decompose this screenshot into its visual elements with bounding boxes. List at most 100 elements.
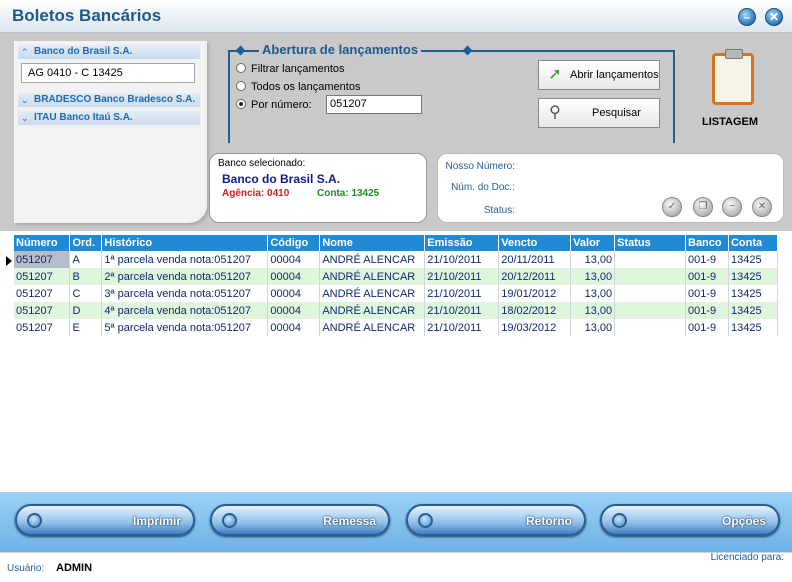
table-cell[interactable]: 051207 <box>14 268 71 285</box>
table-cell[interactable]: 13425 <box>728 268 779 285</box>
listagem-button[interactable]: LISTAGEM <box>700 49 770 133</box>
table-cell[interactable] <box>614 319 686 336</box>
column-header[interactable]: Conta <box>728 235 779 251</box>
table-cell[interactable]: 13,00 <box>570 268 616 285</box>
pesquisar-button[interactable]: ⚲ Pesquisar <box>538 98 660 128</box>
table-cell[interactable]: 13425 <box>728 285 779 302</box>
button-label: Pesquisar <box>592 107 641 119</box>
table-row[interactable]: 051207 A 1ª parcela venda nota:051207 00004… <box>14 251 779 268</box>
licenciado-label: Licenciado para: <box>710 552 784 563</box>
radio-por-numero[interactable]: Por número: <box>236 99 312 111</box>
table-cell[interactable]: 13,00 <box>570 285 616 302</box>
table-cell[interactable]: 051207 <box>14 319 71 336</box>
close-button[interactable]: ✕ <box>765 8 783 26</box>
table-cell[interactable] <box>614 302 686 319</box>
column-header[interactable]: Número <box>14 235 71 251</box>
table-cell[interactable]: ANDRÉ ALENCAR <box>319 268 426 285</box>
table-cell[interactable] <box>614 251 686 268</box>
table-row[interactable]: 051207 E 5ª parcela venda nota:051207 00004… <box>14 319 779 336</box>
table-cell[interactable]: ANDRÉ ALENCAR <box>319 251 426 268</box>
table-cell[interactable] <box>614 268 686 285</box>
column-header[interactable]: Ord. <box>69 235 103 251</box>
table-cell[interactable]: 051207 <box>14 285 71 302</box>
table-cell[interactable]: 21/10/2011 <box>424 319 500 336</box>
table-cell[interactable]: 13425 <box>728 319 779 336</box>
radio-filtrar[interactable]: Filtrar lançamentos <box>236 63 345 75</box>
column-header[interactable]: Vencto <box>498 235 572 251</box>
bank-item-banco-do-brasil[interactable]: ⌃ Banco do Brasil S.A. <box>18 45 200 59</box>
column-header[interactable]: Nome <box>319 235 426 251</box>
table-cell[interactable]: 00004 <box>267 251 321 268</box>
table-cell[interactable]: 1ª parcela venda nota:051207 <box>101 251 269 268</box>
table-cell[interactable]: 051207 <box>14 251 71 268</box>
table-cell[interactable]: E <box>69 319 103 336</box>
imprimir-button[interactable]: Imprimir <box>15 504 195 536</box>
table-cell[interactable]: 00004 <box>267 319 321 336</box>
table-cell[interactable]: B <box>69 268 103 285</box>
table-cell[interactable]: 20/12/2011 <box>498 268 572 285</box>
table-cell[interactable]: ANDRÉ ALENCAR <box>319 285 426 302</box>
column-header[interactable]: Código <box>267 235 321 251</box>
radio-icon[interactable] <box>236 81 246 91</box>
table-cell[interactable]: 19/03/2012 <box>498 319 572 336</box>
table-cell[interactable]: ANDRÉ ALENCAR <box>319 302 426 319</box>
table-cell[interactable]: 00004 <box>267 268 321 285</box>
radio-todos[interactable]: Todos os lançamentos <box>236 81 360 93</box>
bank-item-bradesco[interactable]: ⌄ BRADESCO Banco Bradesco S.A. <box>18 93 200 107</box>
abrir-lancamentos-button[interactable]: ➚ Abrir lançamentos <box>538 60 660 90</box>
table-cell[interactable]: 13,00 <box>570 319 616 336</box>
table-cell[interactable]: D <box>69 302 103 319</box>
retorno-button[interactable]: Retorno <box>406 504 586 536</box>
table-cell[interactable] <box>614 285 686 302</box>
boletos-table[interactable]: Número Ord. Histórico Código Nome Emissã… <box>14 235 779 336</box>
table-row[interactable]: 051207 D 4ª parcela venda nota:051207 00004… <box>14 302 779 319</box>
table-cell[interactable]: 3ª parcela venda nota:051207 <box>101 285 269 302</box>
table-cell[interactable]: 21/10/2011 <box>424 268 500 285</box>
table-cell[interactable]: ANDRÉ ALENCAR <box>319 319 426 336</box>
column-header[interactable]: Status <box>614 235 686 251</box>
table-cell[interactable]: 051207 <box>14 302 71 319</box>
table-cell[interactable]: 13,00 <box>570 302 616 319</box>
column-header[interactable]: Histórico <box>101 235 269 251</box>
numero-input[interactable]: 051207 <box>326 95 422 114</box>
table-cell[interactable]: 21/10/2011 <box>424 285 500 302</box>
radio-selected-icon[interactable] <box>236 99 246 109</box>
confirm-icon[interactable]: ✓ <box>662 197 682 217</box>
table-cell[interactable]: 00004 <box>267 302 321 319</box>
table-cell[interactable]: 00004 <box>267 285 321 302</box>
bank-account-detail[interactable]: AG 0410 - C 13425 <box>21 63 195 83</box>
table-cell[interactable]: 21/10/2011 <box>424 302 500 319</box>
column-header[interactable]: Banco <box>685 235 729 251</box>
table-cell[interactable]: 5ª parcela venda nota:051207 <box>101 319 269 336</box>
button-label: Opções <box>721 514 766 528</box>
column-header[interactable]: Valor <box>570 235 616 251</box>
copy-icon[interactable]: ❐ <box>693 197 713 217</box>
table-row[interactable]: 051207 B 2ª parcela venda nota:051207 00004… <box>14 268 779 285</box>
column-header[interactable]: Emissão <box>424 235 500 251</box>
table-cell[interactable]: 20/11/2011 <box>498 251 572 268</box>
table-cell[interactable]: C <box>69 285 103 302</box>
table-row[interactable]: 051207 C 3ª parcela venda nota:051207 00004… <box>14 285 779 302</box>
table-cell[interactable]: 001-9 <box>685 319 729 336</box>
table-cell[interactable]: 2ª parcela venda nota:051207 <box>101 268 269 285</box>
table-cell[interactable]: 001-9 <box>685 302 729 319</box>
table-cell[interactable]: 001-9 <box>685 285 729 302</box>
radio-icon[interactable] <box>236 63 246 73</box>
table-cell[interactable]: 13425 <box>728 302 779 319</box>
table-cell[interactable]: 19/01/2012 <box>498 285 572 302</box>
remessa-button[interactable]: Remessa <box>210 504 390 536</box>
table-cell[interactable]: 001-9 <box>685 268 729 285</box>
circle-icon <box>612 513 627 528</box>
cancel-icon[interactable]: ✕ <box>752 197 772 217</box>
table-cell[interactable]: 21/10/2011 <box>424 251 500 268</box>
minus-icon[interactable]: − <box>722 197 742 217</box>
minimize-button[interactable]: – <box>738 8 756 26</box>
table-cell[interactable]: A <box>69 251 103 268</box>
table-cell[interactable]: 4ª parcela venda nota:051207 <box>101 302 269 319</box>
bank-item-itau[interactable]: ⌄ ITAU Banco Itaú S.A. <box>18 111 200 125</box>
table-cell[interactable]: 13,00 <box>570 251 616 268</box>
opcoes-button[interactable]: Opções <box>600 504 780 536</box>
table-cell[interactable]: 001-9 <box>685 251 729 268</box>
table-cell[interactable]: 13425 <box>728 251 779 268</box>
table-cell[interactable]: 18/02/2012 <box>498 302 572 319</box>
